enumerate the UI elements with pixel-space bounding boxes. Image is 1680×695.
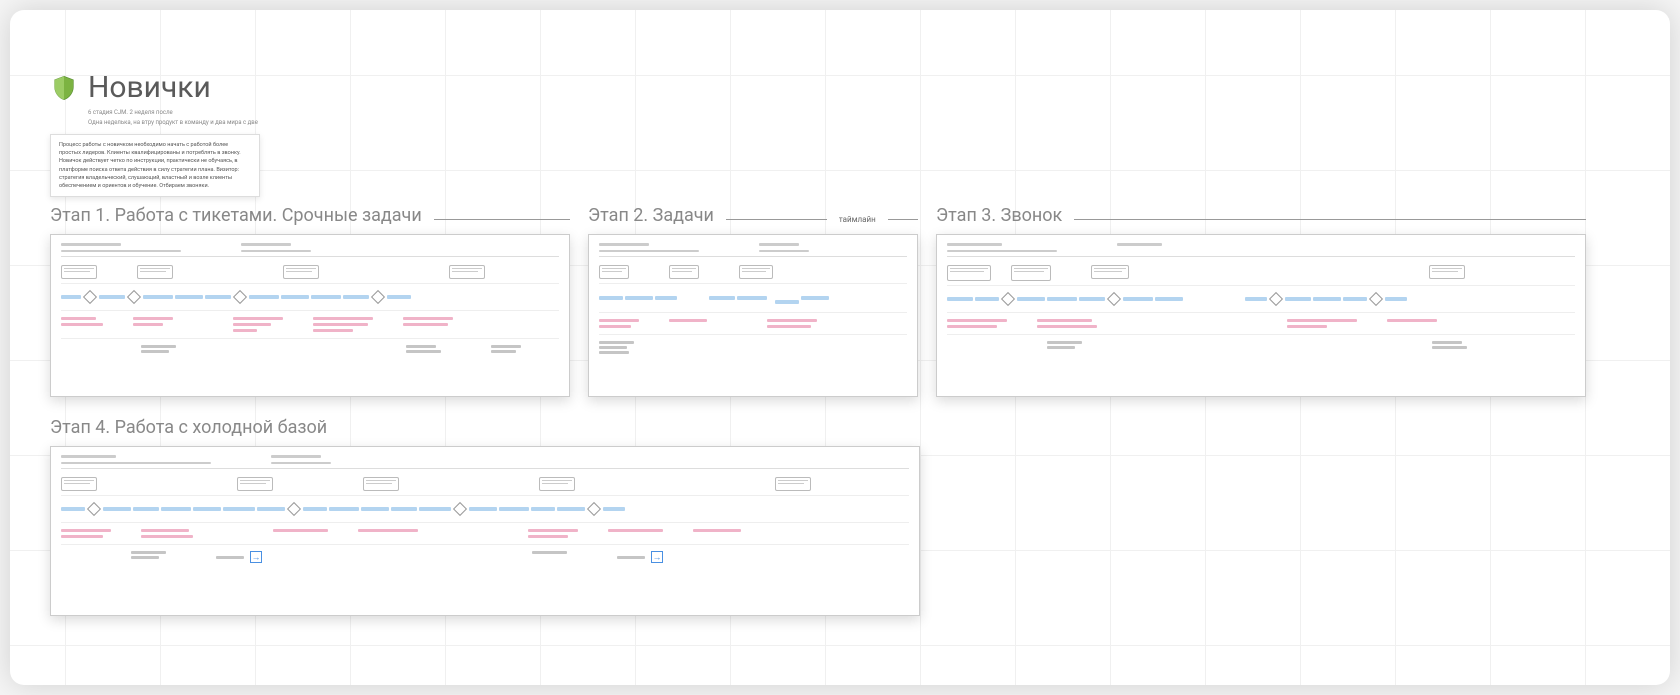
page-title: Новички [88, 70, 211, 105]
stages-row-1: Этап 1. Работа с тикетами. Срочные задач… [50, 205, 1630, 397]
stage-2: Этап 2. Задачи таймлайн [588, 205, 918, 397]
note-card[interactable] [539, 477, 575, 491]
stage-1: Этап 1. Работа с тикетами. Срочные задач… [50, 205, 570, 397]
metrics-lane [141, 339, 559, 359]
decision-node[interactable] [1107, 292, 1121, 306]
arrow-next-icon[interactable]: → [651, 551, 663, 563]
note-card[interactable] [775, 477, 811, 491]
timeline-label: таймлайн [839, 215, 876, 224]
stage-2-title: Этап 2. Задачи [588, 205, 714, 226]
stage-1-title: Этап 1. Работа с тикетами. Срочные задач… [50, 205, 422, 226]
note-card[interactable] [283, 265, 319, 279]
stage-4-frame[interactable]: → → [50, 446, 920, 616]
stage-4: Этап 4. Работа с холодной базой [50, 417, 920, 616]
frame-header [61, 243, 559, 252]
stage-3-title: Этап 3. Звонок [936, 205, 1062, 226]
note-card[interactable] [449, 265, 485, 279]
decision-node[interactable] [453, 502, 467, 516]
note-card[interactable] [137, 265, 173, 279]
note-card[interactable] [1091, 265, 1129, 279]
note-card[interactable] [1429, 265, 1465, 279]
note-card[interactable] [669, 265, 699, 279]
content-area[interactable]: Новички 6 стадия CJM. 2 неделя после Одн… [10, 10, 1670, 676]
canvas-frame: Новички 6 стадия CJM. 2 неделя после Одн… [10, 10, 1670, 685]
decision-node[interactable] [233, 290, 247, 304]
note-card[interactable] [947, 265, 991, 281]
shield-icon [50, 74, 78, 102]
stage-1-frame[interactable] [50, 234, 570, 397]
decision-node[interactable] [287, 502, 301, 516]
emotion-lane [61, 311, 559, 339]
decision-node[interactable] [371, 290, 385, 304]
stage-4-title: Этап 4. Работа с холодной базой [50, 417, 327, 438]
decision-node[interactable] [1369, 292, 1383, 306]
subtitle-1: 6 стадия CJM. 2 неделя после [88, 109, 1630, 117]
stage-3-frame[interactable] [936, 234, 1586, 397]
decision-node[interactable] [127, 290, 141, 304]
note-card[interactable] [363, 477, 399, 491]
note-card[interactable] [739, 265, 773, 279]
decision-node[interactable] [83, 290, 97, 304]
stage-2-frame[interactable] [588, 234, 918, 397]
notes-lane [61, 261, 559, 284]
decision-node[interactable] [87, 502, 101, 516]
note-card[interactable] [599, 265, 629, 279]
note-card[interactable] [1011, 265, 1051, 281]
note-card[interactable] [61, 477, 97, 491]
stages-row-2: Этап 4. Работа с холодной базой [50, 417, 1630, 616]
title-row: Новички [50, 70, 1630, 105]
stage-3: Этап 3. Звонок [936, 205, 1586, 397]
decision-node[interactable] [1269, 292, 1283, 306]
intro-note[interactable]: Процесс работы с новичком необходимо нач… [50, 134, 260, 198]
note-card[interactable] [237, 477, 273, 491]
note-card[interactable] [61, 265, 97, 279]
decision-node[interactable] [1001, 292, 1015, 306]
decision-node[interactable] [587, 502, 601, 516]
arrow-next-icon[interactable]: → [250, 551, 262, 563]
subtitle-2: Одна неделька, на втру продукт в команду… [88, 119, 1630, 127]
flow-lane [61, 284, 559, 311]
